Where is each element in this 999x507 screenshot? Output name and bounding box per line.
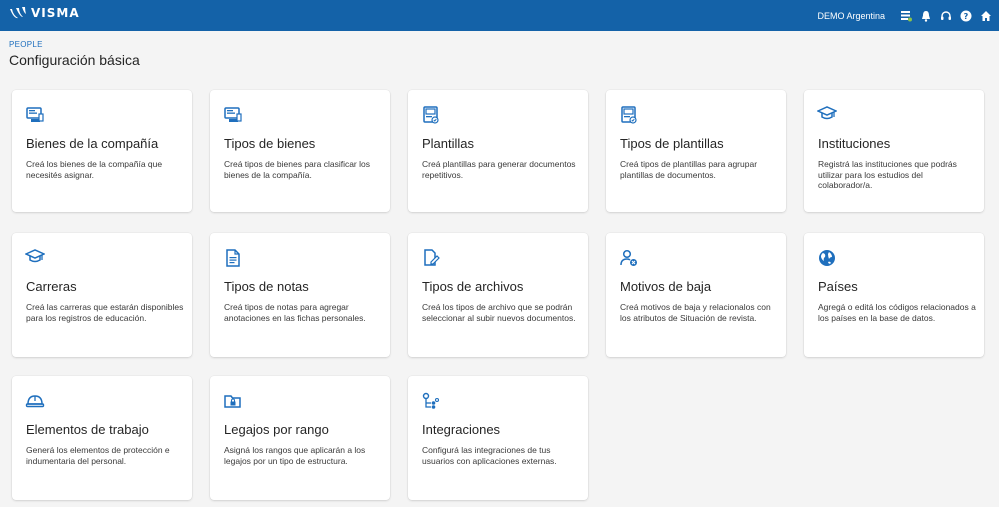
settings-card[interactable]: Tipos de notas Creá tipos de notas para a… bbox=[210, 233, 390, 357]
card-title: Plantillas bbox=[422, 136, 475, 151]
help-icon[interactable]: ? bbox=[959, 9, 973, 23]
template-icon bbox=[619, 105, 639, 125]
card-description: Creá los tipos de archivo que se podrán … bbox=[422, 302, 576, 323]
card-description: Configurá las integraciones de tus usuar… bbox=[422, 445, 557, 466]
card-description: Creá tipos de notas para agregar anotaci… bbox=[224, 302, 366, 323]
settings-card[interactable]: Países Agregá o editá los códigos relacio… bbox=[804, 233, 984, 357]
document-icon bbox=[223, 248, 243, 268]
template-icon bbox=[421, 105, 441, 125]
card-description: Creá motivos de baja y relacionalos con … bbox=[620, 302, 771, 323]
headset-icon[interactable] bbox=[939, 9, 953, 23]
top-bar: VISMA DEMO Argentina ? bbox=[0, 0, 999, 31]
card-description: Registrá las instituciones que podrás ut… bbox=[818, 159, 957, 190]
card-description: Agregá o editá los códigos relacionados … bbox=[818, 302, 976, 323]
card-title: Motivos de baja bbox=[620, 279, 712, 294]
home-icon[interactable] bbox=[979, 9, 993, 23]
top-right-actions: DEMO Argentina ? bbox=[817, 0, 993, 31]
card-title: Legajos por rango bbox=[224, 422, 329, 437]
folder-lock-icon bbox=[223, 391, 243, 411]
graduation-cap-icon bbox=[25, 248, 45, 268]
settings-card[interactable]: Carreras Creá las carreras que estarán di… bbox=[12, 233, 192, 357]
settings-card[interactable]: Integraciones Configurá las integraciones… bbox=[408, 376, 588, 500]
settings-card[interactable]: Plantillas Creá plantillas para generar d… bbox=[408, 90, 588, 212]
card-title: Bienes de la compañía bbox=[26, 136, 159, 151]
settings-card[interactable]: Tipos de plantillas Creá tipos de plantil… bbox=[606, 90, 786, 212]
settings-card[interactable]: Motivos de baja Creá motivos de baja y re… bbox=[606, 233, 786, 357]
card-title: Tipos de archivos bbox=[422, 279, 524, 294]
integration-icon bbox=[421, 391, 441, 411]
file-edit-icon bbox=[421, 248, 441, 268]
card-title: Tipos de notas bbox=[224, 279, 309, 294]
hard-hat-icon bbox=[25, 391, 45, 411]
card-description: Creá tipos de plantillas para agrupar pl… bbox=[620, 159, 758, 180]
settings-card[interactable]: Tipos de bienes Creá tipos de bienes para… bbox=[210, 90, 390, 212]
graduation-cap-icon bbox=[817, 105, 837, 125]
computer-icon bbox=[223, 105, 243, 125]
card-description: Generá los elementos de protección e ind… bbox=[26, 445, 170, 466]
card-description: Creá las carreras que estarán disponible… bbox=[26, 302, 184, 323]
settings-card[interactable]: Elementos de trabajo Generá los elementos… bbox=[12, 376, 192, 500]
settings-card[interactable]: Legajos por rango Asigná los rangos que a… bbox=[210, 376, 390, 500]
card-description: Creá tipos de bienes para clasificar los… bbox=[224, 159, 370, 180]
card-description: Asigná los rangos que aplicarán a los le… bbox=[224, 445, 366, 466]
globe-icon bbox=[817, 248, 837, 268]
brand-name: VISMA bbox=[31, 6, 80, 20]
card-title: Elementos de trabajo bbox=[26, 422, 149, 437]
visma-logo[interactable]: VISMA bbox=[9, 6, 80, 20]
company-selector[interactable]: DEMO Argentina bbox=[817, 11, 885, 21]
card-title: Países bbox=[818, 279, 858, 294]
settings-card[interactable]: Tipos de archivos Creá los tipos de archi… bbox=[408, 233, 588, 357]
page-title: Configuración básica bbox=[9, 52, 140, 68]
card-description: Creá plantillas para generar documentos … bbox=[422, 159, 576, 180]
settings-card[interactable]: Bienes de la compañía Creá los bienes de … bbox=[12, 90, 192, 212]
card-title: Tipos de bienes bbox=[224, 136, 316, 151]
visma-logo-icon bbox=[10, 7, 26, 19]
card-title: Tipos de plantillas bbox=[620, 136, 724, 151]
svg-text:?: ? bbox=[964, 12, 969, 21]
breadcrumb[interactable]: PEOPLE bbox=[9, 40, 43, 49]
card-title: Carreras bbox=[26, 279, 77, 294]
list-icon[interactable] bbox=[899, 9, 913, 23]
user-remove-icon bbox=[619, 248, 639, 268]
card-description: Creá los bienes de la compañía que neces… bbox=[26, 159, 163, 180]
card-title: Integraciones bbox=[422, 422, 501, 437]
computer-icon bbox=[25, 105, 45, 125]
bell-icon[interactable] bbox=[919, 9, 933, 23]
settings-card[interactable]: Instituciones Registrá las instituciones … bbox=[804, 90, 984, 212]
card-title: Instituciones bbox=[818, 136, 891, 151]
